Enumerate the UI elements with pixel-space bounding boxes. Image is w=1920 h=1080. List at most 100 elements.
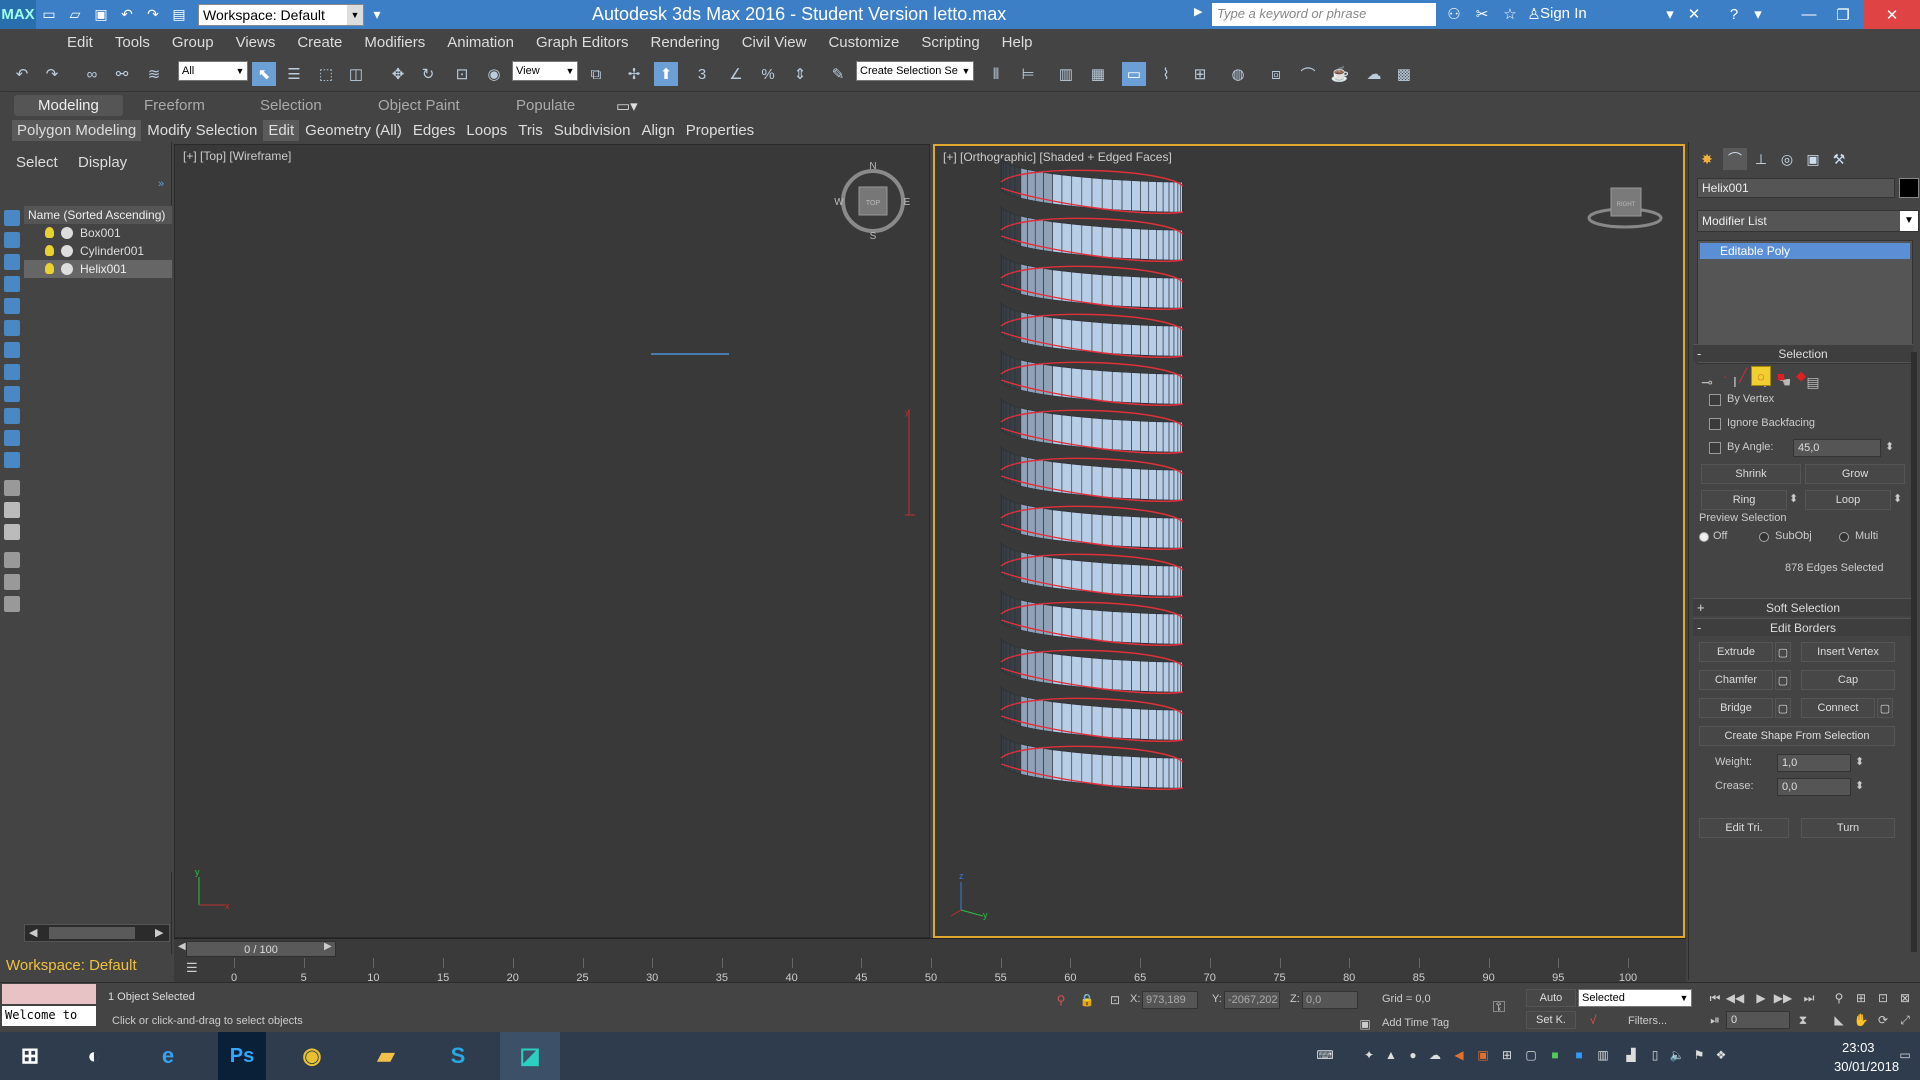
helix-face[interactable] [1091, 513, 1103, 546]
helix-face[interactable] [1140, 660, 1150, 692]
tray-cloud-icon[interactable]: ☁ [1426, 1046, 1444, 1064]
helix-face[interactable] [1156, 421, 1164, 453]
layer-explorer-icon[interactable]: ▥ [1054, 62, 1078, 86]
stack-item-editable-poly[interactable]: Editable Poly [1700, 243, 1910, 259]
open-file-icon[interactable]: ▱ [62, 4, 88, 26]
polygon-subobject-icon[interactable]: ■ [1771, 366, 1791, 386]
helix-face[interactable] [1140, 756, 1150, 788]
scale-icon[interactable]: ⊡ [450, 62, 474, 86]
helix-face[interactable] [1121, 227, 1132, 259]
preview-multi-radio[interactable] [1839, 532, 1849, 542]
helix-face[interactable] [1121, 419, 1132, 451]
helix-face[interactable] [1173, 469, 1179, 501]
helix-face[interactable] [1156, 373, 1164, 405]
toggle-layer-icon[interactable]: ▦ [1086, 62, 1110, 86]
workspace-label[interactable]: Workspace: Default [0, 954, 172, 978]
pivot-center-icon[interactable]: ⧉ [584, 62, 608, 86]
move-icon[interactable]: ✥ [386, 62, 410, 86]
helix-face[interactable] [1121, 371, 1132, 403]
current-frame-field[interactable]: 0 [1726, 1011, 1790, 1029]
display-cameras-icon[interactable] [4, 342, 20, 358]
snaps-toggle-icon[interactable]: 3 [690, 62, 714, 86]
helix-face[interactable] [1052, 413, 1063, 446]
selection-filter-dropdown[interactable]: All ▼ [178, 61, 248, 81]
helix-face[interactable] [1111, 467, 1123, 499]
display-influences-icon[interactable] [4, 502, 20, 518]
helix-face[interactable] [1131, 276, 1141, 308]
play-icon[interactable]: ▶ [1752, 989, 1770, 1007]
close-button[interactable]: ✕ [1864, 0, 1920, 29]
key-filter-dropdown[interactable]: Selected ▼ [1578, 989, 1692, 1007]
named-selection-dropdown[interactable]: Create Selection Se ▼ [856, 61, 974, 81]
helix-face[interactable] [1091, 273, 1103, 306]
helix-face[interactable] [1140, 372, 1150, 404]
helix-face[interactable] [1091, 753, 1103, 786]
tray-chat-icon[interactable]: ● [1404, 1046, 1422, 1064]
chrome-icon[interactable]: ◉ [282, 1032, 342, 1080]
helix-face[interactable] [1156, 517, 1164, 549]
helix-face[interactable] [1081, 512, 1093, 545]
display-shapes-icon[interactable] [4, 298, 20, 314]
search-input[interactable]: Type a keyword or phrase [1212, 3, 1436, 26]
helix-face[interactable] [1052, 509, 1063, 542]
display-groups-icon[interactable] [4, 408, 20, 424]
modifier-list-dropdown[interactable]: Modifier List ▼ [1697, 210, 1919, 232]
save-file-icon[interactable]: ▣ [88, 4, 114, 26]
tab-geometry-all[interactable]: Geometry (All) [300, 120, 407, 141]
signin-dropdown-icon[interactable]: ▾ [1658, 3, 1682, 25]
network-icon[interactable]: ▥ [1594, 1046, 1612, 1064]
helix-face[interactable] [1177, 181, 1182, 213]
helix-face[interactable] [1121, 707, 1132, 739]
tab-modeling[interactable]: Modeling [14, 95, 123, 116]
sign-in-button[interactable]: Sign In [1540, 5, 1587, 22]
viewport-top[interactable]: [+] [Top] [Wireframe] TOP N S E W y y x [174, 144, 930, 938]
list-item[interactable]: Helix001 [24, 260, 172, 278]
shrink-button[interactable]: Shrink [1701, 464, 1801, 484]
helix-face[interactable] [1162, 421, 1170, 453]
helix-face[interactable] [1162, 757, 1170, 789]
open-mini-curve-editor-icon[interactable]: ☰ [186, 960, 208, 978]
helix-face[interactable] [1156, 613, 1164, 645]
menu-group[interactable]: Group [161, 34, 225, 51]
ignore-backfacing-checkbox[interactable] [1709, 418, 1721, 430]
skype-icon[interactable]: S [428, 1032, 488, 1080]
object-name-field[interactable]: Helix001 [1697, 178, 1895, 198]
helix-face[interactable] [1162, 181, 1170, 213]
y-coord-field[interactable]: -2067,202 [1224, 991, 1280, 1009]
subscription-icon[interactable]: ✂ [1470, 3, 1494, 25]
explorer-tab-select[interactable]: Select [16, 154, 58, 171]
helix-face[interactable] [1182, 661, 1184, 693]
field-of-view-icon[interactable]: ◣ [1830, 1011, 1848, 1029]
orbit-icon[interactable]: ⟳ [1874, 1011, 1892, 1029]
helix-face[interactable] [1168, 421, 1175, 453]
preview-off-radio[interactable] [1699, 532, 1709, 542]
time-slider[interactable]: ◀ 0 / 100 ▶ [174, 938, 1686, 958]
helix-face[interactable] [1071, 559, 1083, 592]
vertex-subobject-icon[interactable]: · [1715, 366, 1735, 386]
helix-face[interactable] [1168, 469, 1175, 501]
helix-face[interactable] [1182, 565, 1184, 597]
helix-face[interactable] [1091, 705, 1103, 738]
app-logo-icon[interactable]: MAX [0, 0, 36, 29]
helix-face[interactable] [1182, 709, 1184, 741]
helix-face[interactable] [1162, 565, 1170, 597]
helix-face[interactable] [1156, 229, 1164, 261]
auto-key-button[interactable]: Auto [1526, 989, 1576, 1007]
internet-explorer-icon[interactable]: e [138, 1032, 198, 1080]
helix-face[interactable] [1101, 562, 1113, 594]
helix-face[interactable] [1052, 173, 1063, 206]
helix-face[interactable] [1173, 661, 1179, 693]
helix-face[interactable] [1168, 709, 1175, 741]
extrude-button[interactable]: Extrude [1699, 642, 1773, 662]
ribbon-options-icon[interactable]: ▭▾ [616, 97, 638, 115]
volume-icon[interactable]: 🔈 [1668, 1046, 1686, 1064]
helix-face[interactable] [1081, 560, 1093, 593]
helix-face[interactable] [1052, 317, 1063, 350]
helix-face[interactable] [1168, 229, 1175, 261]
select-manipulate-icon[interactable]: ✢ [622, 62, 646, 86]
helix-face[interactable] [1061, 510, 1073, 543]
maximize-viewport-icon[interactable]: ⤢ [1896, 1011, 1914, 1029]
helix-face[interactable] [1162, 709, 1170, 741]
helix-face[interactable] [1131, 180, 1141, 212]
display-xrefs-icon[interactable] [4, 430, 20, 446]
